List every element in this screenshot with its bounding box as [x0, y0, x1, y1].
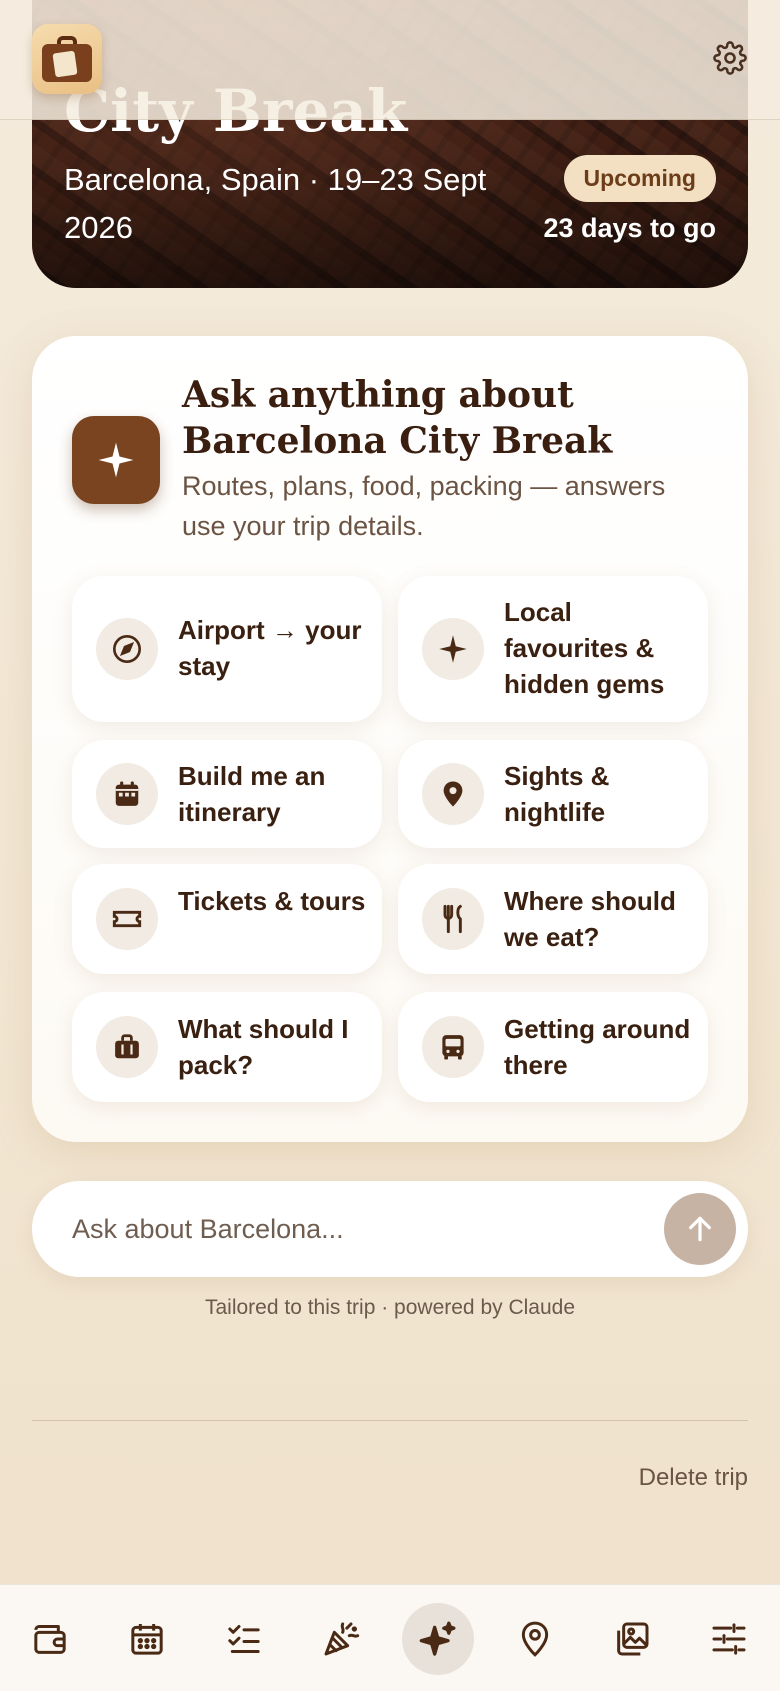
bus-icon: [422, 1016, 484, 1078]
suggestion-local-favourites[interactable]: Local favourites & hidden gems: [398, 576, 708, 722]
top-bar: [0, 0, 780, 120]
ask-input[interactable]: [72, 1207, 632, 1251]
wallet-icon: [34, 1625, 66, 1654]
ticket-icon: [96, 888, 158, 950]
ask-description: Routes, plans, food, packing — answers u…: [182, 471, 666, 541]
fork-knife-icon: [422, 888, 484, 950]
delete-trip-link[interactable]: Delete trip: [639, 1464, 748, 1492]
suitcase-logo-icon[interactable]: [32, 24, 102, 94]
powered-by-note: Tailored to this trip · powered by Claud…: [204, 1296, 576, 1319]
calendar-icon: [96, 763, 158, 825]
map-pin-icon: [521, 1621, 549, 1657]
photos-icon: [617, 1622, 649, 1656]
map-pin-icon: [422, 763, 484, 825]
calendar-icon: [131, 1624, 163, 1655]
ask-assistant-card: Ask anything about Barcelona City Break …: [32, 336, 748, 1142]
compass-icon: [96, 618, 158, 680]
party-popper-icon: [324, 1622, 360, 1656]
nav-assistant[interactable]: [402, 1603, 474, 1675]
sliders-icon: [712, 1623, 746, 1655]
nav-settings[interactable]: [693, 1603, 765, 1675]
briefcase-icon: [96, 1016, 158, 1078]
nav-calendar[interactable]: [111, 1603, 183, 1675]
sparkle-icon: [72, 416, 160, 504]
suggestion-getting-around[interactable]: Getting around there: [398, 992, 708, 1102]
suggestion-tickets[interactable]: Tickets & tours: [72, 864, 382, 974]
ask-title: Ask anything about Barcelona City Break: [182, 374, 613, 462]
suggestion-where-to-eat[interactable]: Where should we eat?: [398, 864, 708, 974]
trip-subtitle: Barcelona, Spain · 19–23 Sept 2026: [64, 162, 487, 245]
nav-checklist[interactable]: [208, 1603, 280, 1675]
suggestion-label: What should I pack?: [178, 1014, 349, 1080]
suggestion-itinerary[interactable]: Build me an itinerary: [72, 740, 382, 848]
countdown-label: 23 days to go: [543, 213, 716, 243]
ask-input-bar: [32, 1181, 748, 1277]
suggestion-label: Sights & nightlife: [504, 761, 610, 827]
suggestion-label: Airport → your stay: [178, 615, 362, 681]
status-badge: Upcoming: [563, 155, 716, 202]
nav-places[interactable]: [499, 1603, 571, 1675]
suggestion-packing[interactable]: What should I pack?: [72, 992, 382, 1102]
nav-events[interactable]: [305, 1603, 377, 1675]
arrow-up-icon: [689, 1216, 711, 1242]
suggestion-sights[interactable]: Sights & nightlife: [398, 740, 708, 848]
sparkle-icon: [422, 618, 484, 680]
nav-photos[interactable]: [596, 1603, 668, 1675]
bottom-nav: [0, 1584, 780, 1691]
suggestion-airport[interactable]: Airport → your stay: [72, 576, 382, 722]
gear-icon[interactable]: [710, 38, 750, 78]
suggestion-label: Where should we eat?: [504, 886, 676, 952]
divider: [32, 1420, 748, 1421]
suggestion-label: Tickets & tours: [178, 886, 366, 916]
suggestion-label: Build me an itinerary: [178, 761, 326, 827]
nav-wallet[interactable]: [14, 1603, 86, 1675]
checklist-icon: [228, 1625, 260, 1653]
suggestion-label: Local favourites & hidden gems: [504, 597, 665, 699]
suggestion-label: Getting around there: [504, 1014, 691, 1080]
send-button[interactable]: [664, 1193, 736, 1265]
sparkles-icon: [419, 1621, 456, 1656]
